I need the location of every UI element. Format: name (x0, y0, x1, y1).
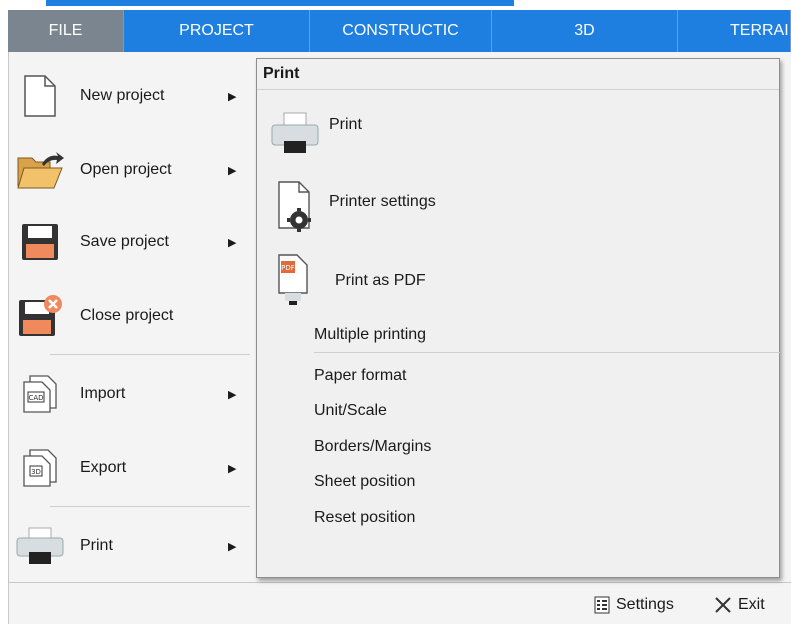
submenu-item-label: Printer settings (329, 193, 436, 210)
svg-text:CAD: CAD (28, 394, 43, 402)
exit-button[interactable]: Exit (714, 596, 765, 614)
printer-icon (269, 105, 321, 161)
submenu-item-print-as-pdf[interactable]: PDF Print as PDF (269, 253, 426, 309)
printer-icon (14, 520, 66, 572)
submenu-item-multiple-printing[interactable]: Multiple printing (314, 326, 426, 344)
submenu-item-paper-format[interactable]: Paper format (314, 367, 406, 385)
save-floppy-icon (14, 216, 66, 268)
close-floppy-icon (14, 290, 66, 342)
print-submenu: Print Print Printer settings PDF Print a… (256, 58, 780, 578)
close-icon (714, 596, 732, 614)
submenu-title-divider (257, 89, 779, 90)
menu-item-label: Open project (80, 161, 172, 178)
printer-settings-gear-icon (269, 179, 321, 235)
submenu-item-unit-scale[interactable]: Unit/Scale (314, 402, 387, 420)
menu-item-save-project[interactable]: Save project ▶ (14, 212, 250, 272)
submenu-item-label: Print (329, 116, 362, 133)
submenu-item-borders-margins[interactable]: Borders/Margins (314, 438, 431, 456)
menu-item-label: Export (80, 459, 127, 476)
tab-file[interactable]: FILE (8, 10, 124, 52)
ribbon-tab-bar: FILE PROJECT CONSTRUCTIC 3D TERRAI (8, 10, 791, 52)
top-accent-strip (46, 0, 514, 6)
submenu-item-label: Print as PDF (335, 272, 426, 289)
menu-item-open-project[interactable]: Open project ▶ (14, 140, 250, 200)
svg-text:3D: 3D (31, 468, 41, 476)
submenu-arrow-icon: ▶ (228, 236, 237, 249)
open-folder-icon (14, 144, 66, 196)
submenu-arrow-icon: ▶ (228, 164, 237, 177)
pdf-print-icon: PDF (269, 253, 321, 309)
menu-separator (50, 354, 250, 355)
menu-item-label: New project (80, 87, 165, 104)
submenu-arrow-icon: ▶ (228, 90, 237, 103)
menu-item-label: Print (80, 537, 113, 554)
tab-terrain[interactable]: TERRAI (678, 10, 791, 52)
svg-text:PDF: PDF (281, 264, 295, 272)
menu-item-new-project[interactable]: New project ▶ (14, 66, 250, 126)
submenu-item-sheet-position[interactable]: Sheet position (314, 473, 415, 491)
menu-item-close-project[interactable]: Close project (14, 286, 250, 346)
new-document-icon (14, 70, 66, 122)
exit-label: Exit (738, 596, 765, 613)
import-cad-icon: CAD (14, 368, 66, 420)
submenu-arrow-icon: ▶ (228, 540, 237, 553)
menu-item-import[interactable]: CAD Import ▶ (14, 364, 250, 424)
menu-item-label: Save project (80, 233, 169, 250)
tab-3d[interactable]: 3D (492, 10, 678, 52)
submenu-title: Print (263, 65, 300, 82)
footer-divider (8, 582, 791, 583)
submenu-arrow-icon: ▶ (228, 462, 237, 475)
export-3d-icon: 3D (14, 442, 66, 494)
submenu-item-reset-position[interactable]: Reset position (314, 509, 415, 527)
menu-item-print[interactable]: Print ▶ (14, 516, 250, 576)
tab-construction[interactable]: CONSTRUCTIC (310, 10, 492, 52)
menu-item-label: Import (80, 385, 126, 402)
submenu-item-printer-settings[interactable]: Printer settings (269, 179, 436, 235)
submenu-separator (314, 352, 780, 353)
submenu-arrow-icon: ▶ (228, 388, 237, 401)
menu-separator (50, 506, 250, 507)
tab-project[interactable]: PROJECT (124, 10, 310, 52)
menu-item-export[interactable]: 3D Export ▶ (14, 438, 250, 498)
settings-button[interactable]: Settings (594, 596, 674, 614)
settings-list-icon (594, 596, 610, 614)
menu-item-label: Close project (80, 307, 174, 324)
settings-label: Settings (616, 596, 674, 613)
submenu-item-print[interactable]: Print (269, 105, 362, 161)
